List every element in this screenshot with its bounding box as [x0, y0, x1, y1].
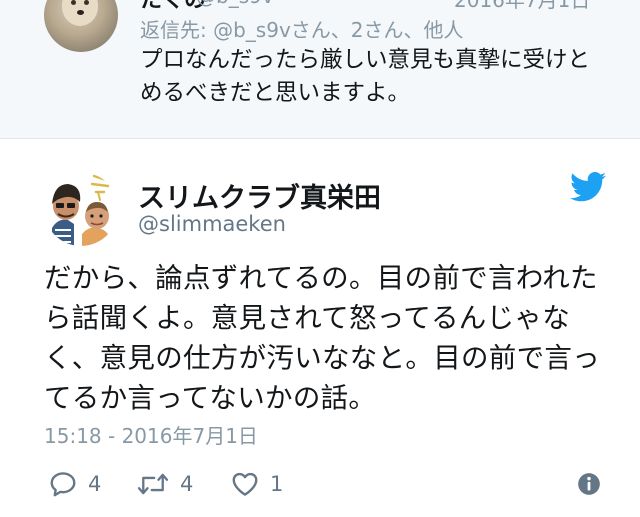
retweet-icon: [137, 473, 169, 495]
replying-to-prefix: 返信先:: [140, 18, 214, 42]
reply-count: 4: [88, 472, 102, 496]
reply-icon: [50, 472, 76, 497]
replying-to-line: 返信先: @b_s9vさん、2さん、他人: [140, 14, 464, 43]
reply-author-handle: @b_s9v: [196, 0, 274, 8]
author-handle[interactable]: @slimmaeken: [138, 212, 286, 236]
reply-text: プロなんだったら厳しい意見も真摯に受けとめるべきだと思いますよ。: [140, 47, 591, 106]
tweet-text: だから、論点ずれてるの。目の前で言われたら話聞くよ。意見されて怒ってるんじゃなく…: [44, 262, 600, 414]
replying-to-mention[interactable]: @b_s9v: [213, 18, 291, 42]
replying-to-suffix: さん、2さん、他人: [290, 18, 464, 42]
retweet-count: 4: [180, 472, 194, 496]
author-name[interactable]: スリムクラブ真栄田: [138, 176, 381, 215]
info-icon: [578, 473, 600, 495]
tweet-actions: 4 4 1: [44, 466, 604, 502]
divider: [0, 138, 640, 139]
reply-button[interactable]: 4: [48, 466, 101, 502]
like-button[interactable]: 1: [230, 466, 283, 502]
avatar-illustration-icon: [44, 172, 118, 246]
author-avatar[interactable]: [44, 172, 118, 246]
twitter-bird-icon[interactable]: [570, 172, 606, 202]
tweet-info-button[interactable]: [576, 466, 602, 502]
heart-icon: [232, 472, 258, 496]
retweet-button[interactable]: 4: [136, 466, 193, 502]
reply-date: 2016年7月1日: [454, 0, 591, 12]
like-count: 1: [270, 472, 284, 496]
reply-avatar[interactable]: [44, 0, 118, 52]
tweet-timestamp[interactable]: 15:18 - 2016年7月1日: [44, 420, 258, 449]
parent-reply-tweet[interactable]: たくの @b_s9v 2016年7月1日 返信先: @b_s9vさん、2さん、他…: [0, 0, 640, 138]
